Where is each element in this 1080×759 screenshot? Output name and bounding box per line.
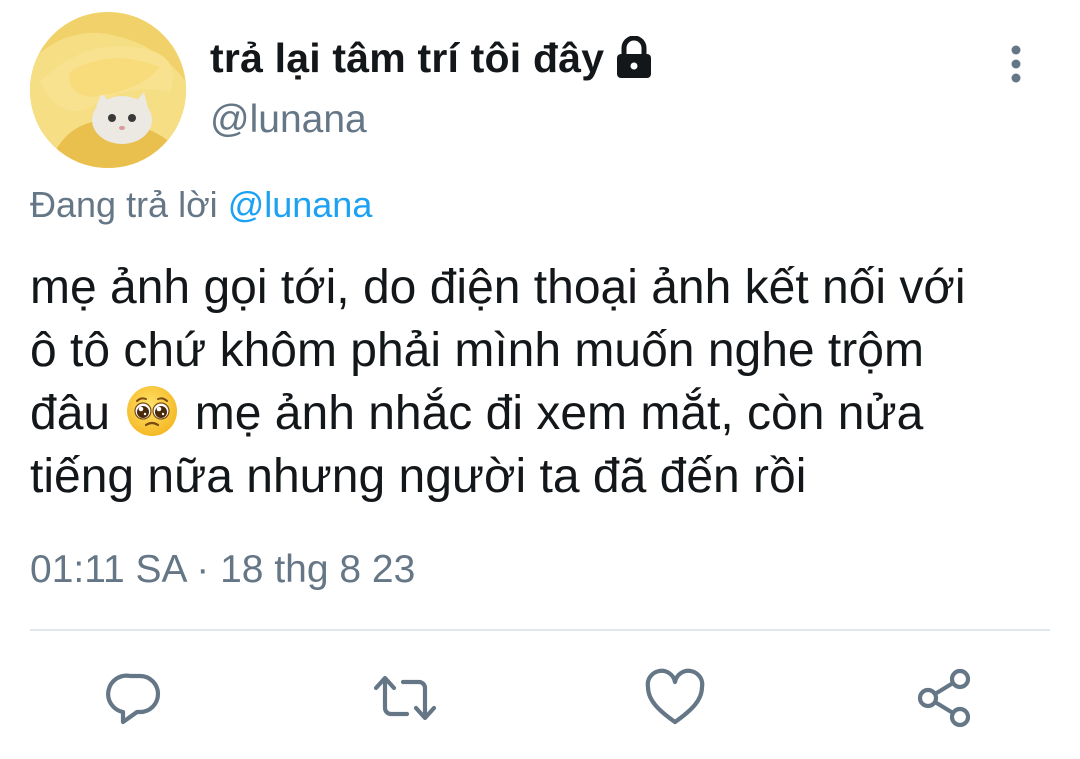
tweet-text: mẹ ảnh gọi tới, do điện thoại ảnh kết nố… — [30, 256, 1075, 508]
tweet-text-segment: đâu — [30, 387, 111, 440]
tweet-text-segment: mẹ ảnh nhắc đi xem mắt, còn nửa — [194, 387, 924, 440]
avatar[interactable] — [30, 12, 186, 168]
author-handle[interactable]: @lunana — [210, 98, 367, 142]
divider — [30, 629, 1050, 631]
retweet-icon — [373, 675, 437, 721]
timestamp[interactable]: 01:11 SA · 18 thg 8 23 — [30, 548, 415, 592]
replying-to-label: Đang trả lời — [30, 184, 218, 225]
replying-to: Đang trả lời @lunana — [30, 184, 372, 226]
replying-to-mention[interactable]: @lunana — [228, 184, 373, 225]
timestamp-date: 18 thg 8 23 — [220, 548, 416, 591]
tweet-text-line: mẹ ảnh gọi tới, do điện thoại ảnh kết nố… — [30, 261, 966, 314]
more-options-button[interactable] — [994, 40, 1038, 88]
tweet-text-line: ô tô chứ khôm phải mình muốn nghe trộm — [30, 324, 924, 377]
share-icon — [917, 668, 971, 728]
heart-icon — [645, 668, 705, 725]
lock-icon — [614, 35, 654, 80]
more-vertical-icon — [1011, 45, 1021, 83]
pleading-face-emoji — [125, 384, 179, 438]
timestamp-separator: · — [196, 548, 210, 591]
tweet-text-line: đâu mẹ ảnh nhắc đi xem mắt, còn nửa — [30, 382, 1075, 445]
reply-button[interactable] — [102, 665, 168, 731]
share-button[interactable] — [912, 665, 978, 731]
display-name[interactable]: trả lại tâm trí tôi đây — [210, 35, 604, 82]
tweet-detail: trả lại tâm trí tôi đây @lunana Đang trả… — [0, 0, 1080, 759]
timestamp-time: 01:11 SA — [30, 548, 186, 591]
tweet-text-line: tiếng nữa nhưng người ta đã đến rồi — [30, 450, 807, 503]
like-button[interactable] — [642, 665, 708, 731]
reply-icon — [106, 673, 161, 725]
action-bar — [0, 665, 1080, 735]
author-name-row: trả lại tâm trí tôi đây — [210, 32, 654, 84]
cat-avatar-image — [30, 12, 186, 168]
retweet-button[interactable] — [372, 665, 438, 731]
